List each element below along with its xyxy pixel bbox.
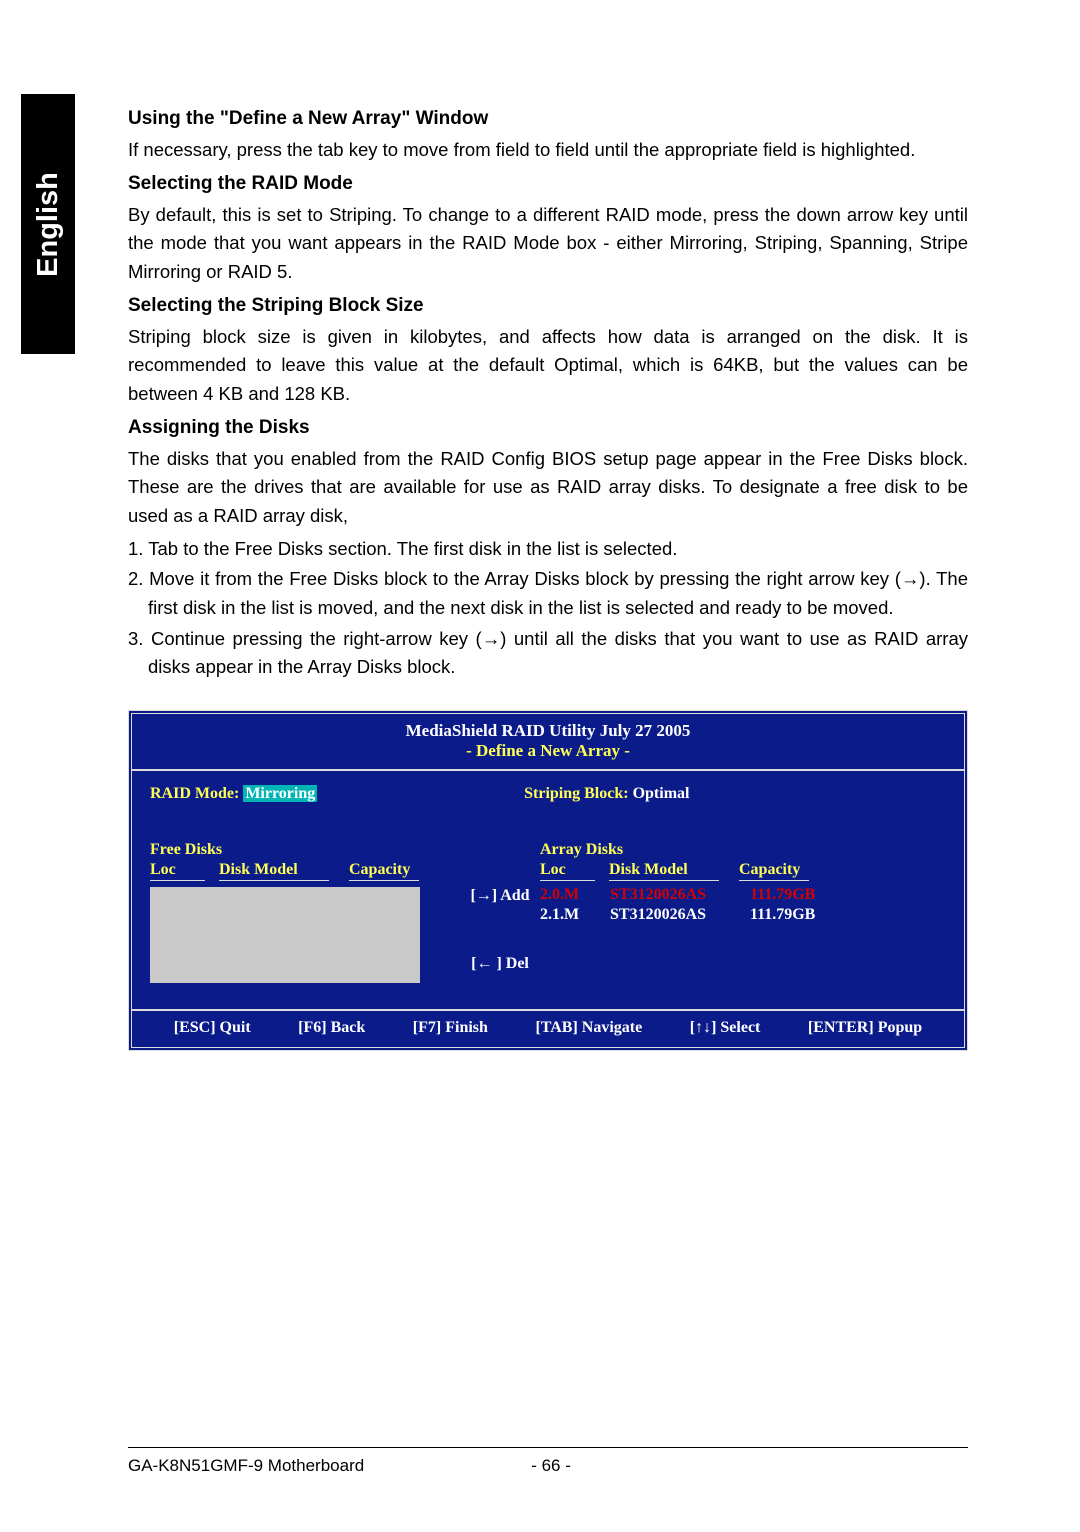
language-label: English	[32, 172, 65, 277]
row-loc: 2.1.M	[540, 906, 610, 924]
array-disks-list[interactable]: 2.0.MST3120026AS111.79GB2.1.MST3120026AS…	[540, 885, 840, 925]
heading-striping-block: Selecting the Striping Block Size	[128, 295, 968, 317]
free-disks-label: Free Disks	[150, 841, 460, 859]
raid-utility-screenshot: MediaShield RAID Utility July 27 2005 - …	[128, 710, 968, 1051]
row-capacity: 111.79GB	[750, 906, 840, 924]
disks-section: Free Disks Loc Disk Model Capacity [→] A…	[150, 841, 946, 983]
striping-block-value[interactable]: Optimal	[633, 785, 690, 802]
add-del-column: [→] Add [← ] Del	[460, 841, 540, 983]
table-row[interactable]: 2.0.MST3120026AS111.79GB	[540, 885, 840, 905]
page-footer: GA-K8N51GMF-9 Motherboard - 66 -	[128, 1447, 968, 1476]
raid-header: MediaShield RAID Utility July 27 2005 - …	[132, 714, 964, 771]
array-col-loc: Loc	[540, 861, 595, 881]
free-disks-column: Free Disks Loc Disk Model Capacity	[150, 841, 460, 983]
array-col-capacity: Capacity	[739, 861, 809, 881]
para-striping-block: Striping block size is given in kilobyte…	[128, 323, 968, 409]
heading-assigning-disks: Assigning the Disks	[128, 417, 968, 439]
footer-back: [F6] Back	[298, 1019, 365, 1037]
language-tab: English	[21, 94, 75, 354]
free-disks-list[interactable]	[150, 887, 420, 983]
row-model: ST3120026AS	[610, 906, 750, 924]
para-define-window: If necessary, press the tab key to move …	[128, 136, 968, 165]
raid-body: RAID Mode: Mirroring Striping Block: Opt…	[132, 771, 964, 1009]
raid-mode-label: RAID Mode:	[150, 785, 239, 802]
row-model: ST3120026AS	[610, 886, 750, 904]
free-col-capacity: Capacity	[349, 861, 419, 881]
heading-raid-mode: Selecting the RAID Mode	[128, 173, 968, 195]
raid-title: MediaShield RAID Utility July 27 2005	[132, 721, 964, 741]
heading-define-window: Using the "Define a New Array" Window	[128, 108, 968, 130]
raid-subtitle: - Define a New Array -	[132, 741, 964, 761]
striping-block-label: Striping Block:	[524, 785, 628, 802]
step-3: 3. Continue pressing the right-arrow key…	[128, 625, 968, 682]
footer-quit: [ESC] Quit	[174, 1019, 251, 1037]
content-area: Using the "Define a New Array" Window If…	[128, 100, 968, 1051]
row-capacity: 111.79GB	[750, 886, 840, 904]
footer-navigate: [TAB] Navigate	[535, 1019, 642, 1037]
free-col-model: Disk Model	[219, 861, 329, 881]
free-col-loc: Loc	[150, 861, 205, 881]
step-1: 1. Tab to the Free Disks section. The fi…	[128, 535, 968, 564]
footer-page-number: - 66 -	[531, 1456, 571, 1476]
del-action[interactable]: [← ] Del	[460, 955, 540, 973]
raid-mode-value[interactable]: Mirroring	[243, 785, 317, 802]
row-loc: 2.0.M	[540, 886, 610, 904]
para-raid-mode: By default, this is set to Striping. To …	[128, 201, 968, 287]
array-disks-column: Array Disks Loc Disk Model Capacity 2.0.…	[540, 841, 840, 983]
footer-popup: [ENTER] Popup	[808, 1019, 922, 1037]
raid-footer: [ESC] Quit [F6] Back [F7] Finish [TAB] N…	[132, 1009, 964, 1047]
array-col-model: Disk Model	[609, 861, 719, 881]
step-2: 2. Move it from the Free Disks block to …	[128, 565, 968, 622]
footer-finish: [F7] Finish	[413, 1019, 488, 1037]
add-action[interactable]: [→] Add	[460, 887, 540, 905]
para-assigning-disks: The disks that you enabled from the RAID…	[128, 445, 968, 531]
footer-select: [↑↓] Select	[690, 1019, 761, 1037]
table-row[interactable]: 2.1.MST3120026AS111.79GB	[540, 905, 840, 925]
footer-model: GA-K8N51GMF-9 Motherboard	[128, 1456, 531, 1476]
array-disks-label: Array Disks	[540, 841, 840, 859]
raid-config-row: RAID Mode: Mirroring Striping Block: Opt…	[150, 785, 946, 803]
